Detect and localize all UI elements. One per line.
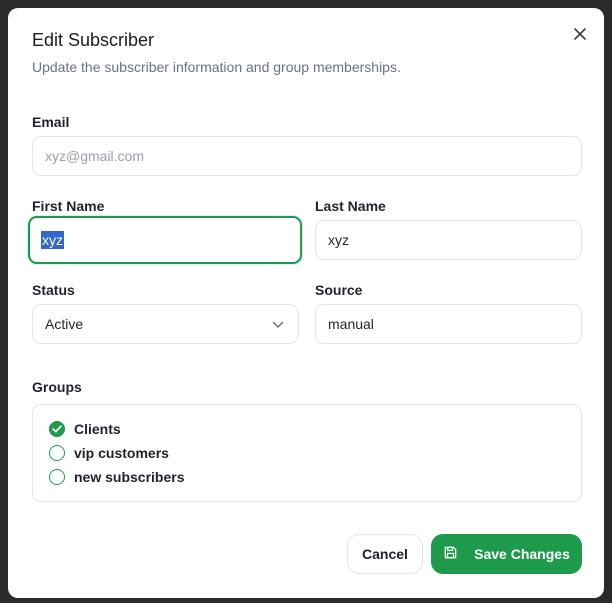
group-item-new-subscribers[interactable]: new subscribers bbox=[49, 467, 185, 487]
last-name-field[interactable]: xyz bbox=[315, 220, 582, 260]
email-field[interactable]: xyz@gmail.com bbox=[32, 136, 582, 176]
group-item-vip-customers[interactable]: vip customers bbox=[49, 443, 169, 463]
last-name-value: xyz bbox=[328, 232, 349, 248]
save-changes-button[interactable]: Save Changes bbox=[431, 534, 582, 574]
group-label: Clients bbox=[74, 421, 121, 437]
group-item-clients[interactable]: Clients bbox=[49, 419, 121, 439]
source-label: Source bbox=[315, 282, 363, 298]
status-label: Status bbox=[32, 282, 75, 298]
save-icon bbox=[443, 545, 458, 563]
source-value: manual bbox=[328, 316, 374, 332]
status-value: Active bbox=[45, 316, 84, 332]
source-field[interactable]: manual bbox=[315, 304, 582, 344]
cancel-button[interactable]: Cancel bbox=[347, 534, 423, 574]
group-label: vip customers bbox=[74, 445, 169, 461]
empty-circle-icon[interactable] bbox=[49, 445, 65, 461]
groups-label: Groups bbox=[32, 379, 82, 395]
chevron-down-icon bbox=[272, 316, 284, 332]
first-name-label: First Name bbox=[32, 198, 105, 214]
email-value: xyz@gmail.com bbox=[45, 148, 145, 164]
first-name-value: xyz bbox=[41, 231, 64, 249]
check-circle-icon[interactable] bbox=[49, 421, 65, 437]
dialog-title: Edit Subscriber bbox=[32, 30, 155, 50]
email-label: Email bbox=[32, 114, 70, 130]
cancel-label: Cancel bbox=[362, 546, 408, 562]
empty-circle-icon[interactable] bbox=[49, 469, 65, 485]
dialog-subtitle: Update the subscriber information and gr… bbox=[32, 59, 401, 75]
status-select[interactable]: Active bbox=[32, 304, 299, 344]
first-name-field[interactable]: xyz bbox=[28, 216, 302, 264]
edit-subscriber-dialog: Edit Subscriber Update the subscriber in… bbox=[8, 8, 604, 598]
last-name-label: Last Name bbox=[315, 198, 386, 214]
group-label: new subscribers bbox=[74, 469, 185, 485]
close-icon[interactable] bbox=[570, 24, 590, 44]
save-label: Save Changes bbox=[474, 546, 570, 562]
groups-list: Clients vip customers new subscribers bbox=[32, 404, 582, 502]
